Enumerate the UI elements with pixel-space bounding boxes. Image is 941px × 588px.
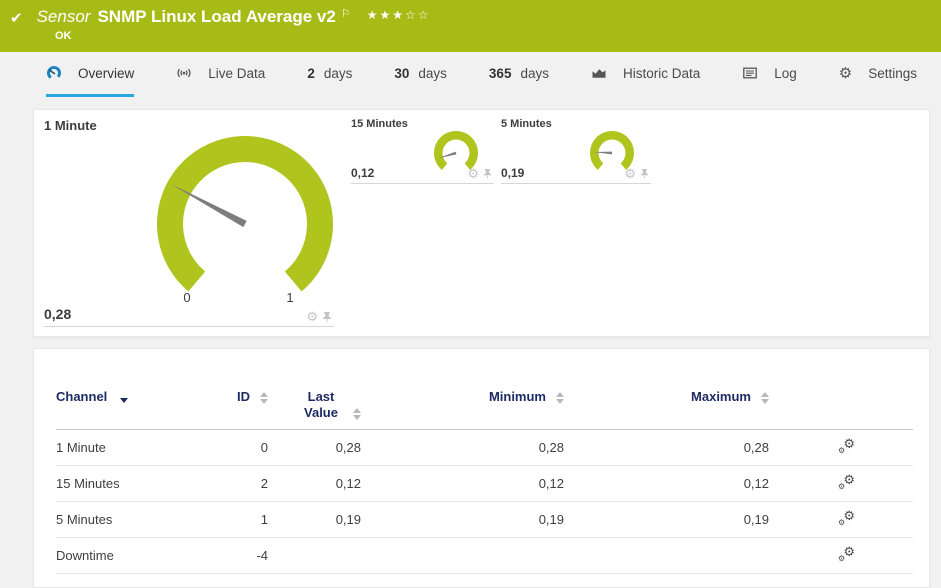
channel-name: Downtime [56, 537, 186, 574]
area-chart-icon [591, 65, 607, 81]
tab-log[interactable]: Log [742, 52, 797, 97]
tab-overview[interactable]: Overview [46, 52, 135, 97]
sort-caret-icon [120, 398, 129, 403]
gear-icon: ⚙ [838, 64, 853, 82]
maximum-value: 0,12 [564, 465, 769, 502]
table-row: Downtime -4 ⚙ ⚙ [56, 537, 913, 574]
column-header-maximum[interactable]: Maximum [564, 385, 769, 430]
column-header-id[interactable]: ID [186, 385, 268, 430]
table-row: 5 Minutes 1 0,19 0,19 0,19 ⚙ ⚙ [56, 501, 913, 538]
tab-label: days [323, 65, 353, 81]
channel-settings-gears-icon[interactable]: ⚙ ⚙ [838, 544, 855, 563]
maximum-value: 0,28 [564, 429, 769, 466]
gauge-title: 1 Minute [44, 118, 97, 133]
tab-label: days [520, 65, 549, 81]
channel-name: 15 Minutes [56, 465, 186, 502]
priority-stars[interactable]: ★★★☆☆ [367, 8, 431, 22]
minimum-value: 0,28 [361, 429, 564, 466]
gauge-title: 15 Minutes [351, 118, 408, 130]
channel-id: 0 [186, 429, 268, 466]
tab-2-days[interactable]: 2 days [307, 52, 352, 97]
status-text: OK [55, 30, 72, 42]
channels-table-panel: Channel ID Last Value Minimum Maximum 1 … [33, 348, 930, 588]
channel-id: -4 [186, 537, 268, 574]
sort-icon [761, 392, 769, 404]
channel-name: 1 Minute [56, 429, 186, 466]
sort-icon [260, 392, 268, 404]
gauge-value: 0,12 [351, 166, 375, 180]
channels-table: Channel ID Last Value Minimum Maximum 1 … [56, 385, 913, 574]
gauge-icon [46, 65, 62, 81]
gauge-title: 5 Minutes [501, 118, 552, 130]
channel-settings-gears-icon[interactable]: ⚙ ⚙ [838, 436, 855, 455]
sensor-header: ✔ Sensor SNMP Linux Load Average v2 ⚐ ★★… [0, 0, 941, 52]
tab-365-days[interactable]: 365 days [489, 52, 549, 97]
gauge-value: 0,19 [501, 166, 525, 180]
gauge-1-minute [157, 136, 333, 292]
gauges-panel: 1 Minute 0 1 0,28 ⚙ 15 Minutes 0,12 ⚙ 5 … [33, 109, 930, 337]
sort-icon [353, 408, 361, 420]
column-header-channel[interactable]: Channel [56, 385, 186, 430]
flag-icon[interactable]: ⚐ [341, 7, 351, 21]
pin-icon[interactable] [483, 168, 492, 179]
gauge-tile-15-minutes: 15 Minutes 0,12 ⚙ [351, 116, 494, 184]
pin-icon[interactable] [322, 311, 332, 323]
sensor-title: SNMP Linux Load Average v2 [97, 7, 336, 26]
maximum-value: 0,19 [564, 501, 769, 538]
gauge-max-label: 1 [286, 290, 294, 305]
tab-label: Settings [868, 65, 918, 81]
column-header-minimum[interactable]: Minimum [361, 385, 564, 430]
tab-settings[interactable]: ⚙ Settings [839, 52, 917, 97]
log-list-icon [742, 65, 758, 81]
sensor-kind-label: Sensor [36, 7, 91, 26]
gauge-value: 0,28 [44, 306, 72, 322]
broadcast-icon [176, 65, 192, 81]
last-value: 0,12 [268, 465, 361, 502]
sort-icon [556, 392, 564, 404]
table-row: 1 Minute 0 0,28 0,28 0,28 ⚙ ⚙ [56, 429, 913, 466]
pin-icon[interactable] [640, 168, 649, 179]
gauge-tile-5-minutes: 5 Minutes 0,19 ⚙ [501, 116, 651, 184]
channel-name: 5 Minutes [56, 501, 186, 538]
last-value [268, 537, 361, 574]
gear-icon[interactable]: ⚙ [467, 167, 479, 180]
minimum-value: 0,12 [361, 465, 564, 502]
tab-label: Historic Data [622, 65, 701, 81]
gauge-tile-1-minute: 1 Minute 0 1 0,28 ⚙ [44, 114, 334, 327]
tab-live-data[interactable]: Live Data [176, 52, 265, 97]
last-value: 0,28 [268, 429, 361, 466]
channel-settings-gears-icon[interactable]: ⚙ ⚙ [838, 472, 855, 491]
tab-30-days[interactable]: 30 days [394, 52, 447, 97]
tab-label: Overview [78, 65, 135, 81]
channel-id: 1 [186, 501, 268, 538]
tab-label: days [418, 65, 447, 81]
tab-bar: Overview Live Data 2 days 30 days 365 days … [0, 52, 941, 97]
tab-label: Log [774, 65, 797, 81]
gauge-min-label: 0 [183, 290, 191, 305]
tab-historic-data[interactable]: Historic Data [591, 52, 700, 97]
gear-icon[interactable]: ⚙ [624, 167, 636, 180]
channel-settings-gears-icon[interactable]: ⚙ ⚙ [838, 508, 855, 527]
tab-label: Live Data [208, 65, 266, 81]
last-value: 0,19 [268, 501, 361, 538]
maximum-value [564, 537, 769, 574]
status-ok-check-icon: ✔ [10, 10, 23, 27]
minimum-value: 0,19 [361, 501, 564, 538]
minimum-value [361, 537, 564, 574]
column-header-last-value[interactable]: Last Value [268, 385, 361, 430]
gear-icon[interactable]: ⚙ [306, 310, 318, 323]
table-row: 15 Minutes 2 0,12 0,12 0,12 ⚙ ⚙ [56, 465, 913, 502]
channel-id: 2 [186, 465, 268, 502]
